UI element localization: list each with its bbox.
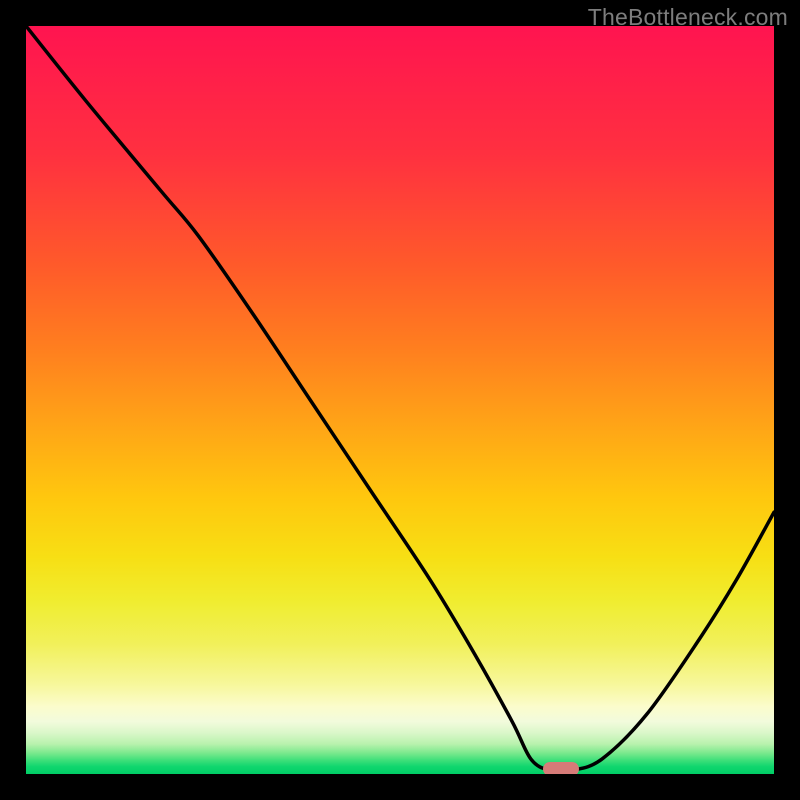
chart-container: TheBottleneck.com bbox=[0, 0, 800, 800]
bottleneck-curve bbox=[26, 26, 774, 774]
optimal-marker bbox=[543, 762, 579, 774]
plot-area bbox=[26, 26, 774, 774]
